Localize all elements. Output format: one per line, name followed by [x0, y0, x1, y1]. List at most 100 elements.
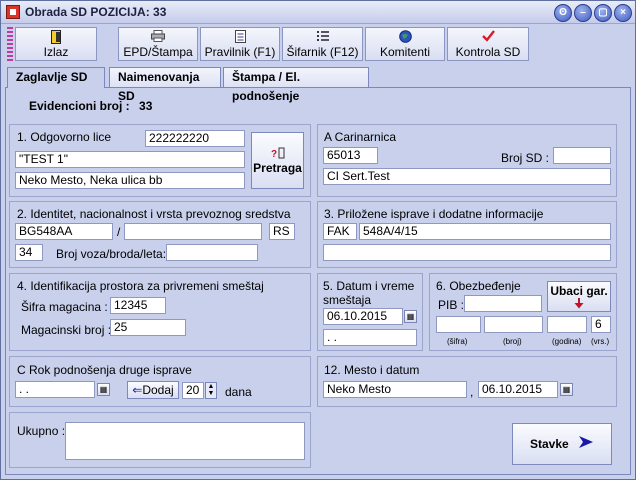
tab-items[interactable]: Naimenovanja SD [109, 67, 221, 103]
place-date-comma: , [470, 385, 474, 399]
minimize-icon[interactable]: – [574, 4, 592, 22]
vehicle-plate-2[interactable] [124, 223, 262, 240]
tab-header[interactable]: Zaglavlje SD [7, 67, 105, 88]
codebook-button[interactable]: Šifarnik (F12) [282, 27, 363, 61]
guarantee-year-caption: (godina) [552, 337, 582, 346]
deadline-calendar-icon[interactable]: ▦ [97, 383, 110, 396]
vehicle-country[interactable]: RS [269, 223, 295, 240]
guarantee-title: 6. Obezbeđenje [436, 279, 521, 293]
guarantee-type-input[interactable]: 6 [591, 316, 611, 333]
documents-title: 3. Priložene isprave i dodatne informaci… [324, 207, 544, 221]
exit-icon [16, 30, 96, 45]
insert-guarantee-button[interactable]: Ubaci gar. [547, 281, 611, 312]
maximize-icon[interactable]: ▢ [594, 4, 612, 22]
globe-icon [366, 30, 444, 45]
storage-date-input[interactable]: 06.10.2015 [323, 308, 403, 325]
storage-time-input[interactable]: . . [323, 329, 417, 346]
voyage-input[interactable] [166, 244, 258, 261]
exit-button[interactable]: Izlaz [15, 27, 97, 61]
app-icon [6, 5, 20, 19]
document-number[interactable]: 548A/4/15 [359, 223, 611, 240]
title-bar: Obrada SD POZICIJA: 33 ʘ – ▢ × [1, 1, 635, 24]
place-date-input[interactable]: 06.10.2015 [478, 381, 558, 398]
total-textarea[interactable] [65, 422, 305, 460]
warehouse-code-label: Šifra magacina : [21, 300, 108, 314]
vehicle-plate[interactable]: BG548AA [15, 223, 113, 240]
left-arrow-icon: ⇐ [132, 383, 143, 397]
check-sd-label: Kontrola SD [455, 45, 521, 59]
vehicle-separator: / [117, 225, 121, 239]
search-label: Pretraga [253, 161, 302, 175]
document-code[interactable]: FAK [323, 223, 357, 240]
storage-title: 4. Identifikacija prostora za privremeni… [17, 279, 264, 293]
record-number-value: 33 [139, 99, 153, 113]
place-input[interactable]: Neko Mesto [323, 381, 467, 398]
guarantee-year-input[interactable] [547, 316, 587, 333]
search-button[interactable]: ? Pretraga [251, 132, 304, 189]
document-info[interactable] [323, 244, 611, 261]
total-label: Ukupno : [17, 424, 66, 438]
list-icon [283, 30, 362, 45]
customs-office-title: A Carinarnica [324, 130, 397, 144]
voyage-label: Broj voza/broda/leta: [56, 247, 167, 261]
main-window: Obrada SD POZICIJA: 33 ʘ – ▢ × Izlaz EPD… [0, 0, 636, 480]
window-title: Obrada SD POZICIJA: 33 [25, 5, 167, 19]
days-spinner[interactable]: ▲ ▼ [205, 382, 217, 399]
toolbar-grip [7, 27, 13, 61]
customs-office-name[interactable]: CI Sert.Test [323, 168, 611, 185]
place-date-title: 12. Mesto i datum [324, 363, 420, 377]
rulebook-button[interactable]: Pravilnik (F1) [200, 27, 280, 61]
vehicle-type[interactable]: 34 [15, 244, 43, 261]
document-icon [201, 30, 279, 45]
guarantee-number-caption: (broj) [503, 337, 522, 346]
add-days-button[interactable]: ⇐Dodaj [127, 381, 179, 399]
search-icon: ? [252, 147, 303, 161]
warehouse-number-input[interactable]: 25 [110, 319, 186, 336]
responsible-person-name[interactable]: "TEST 1" [15, 151, 245, 168]
checkmark-icon [448, 30, 528, 45]
customs-office-code[interactable]: 65013 [323, 147, 378, 164]
printer-icon [119, 30, 197, 45]
guarantee-code-input[interactable] [436, 316, 481, 333]
vehicle-title: 2. Identitet, nacionalnost i vrsta prevo… [17, 207, 291, 221]
forward-arrow-icon [578, 425, 594, 465]
clients-button[interactable]: Komitenti [365, 27, 445, 61]
toolbar: Izlaz EPD/Štampa Pravilnik (F1) Šifarnik… [1, 24, 635, 64]
days-input[interactable]: 20 [182, 382, 204, 399]
items-label: Stavke [529, 437, 569, 451]
warehouse-code-input[interactable]: 12345 [110, 297, 166, 314]
pib-input[interactable] [464, 295, 542, 312]
place-date-calendar-icon[interactable]: ▦ [560, 383, 573, 396]
guarantee-code-caption: (šifra) [447, 337, 468, 346]
responsible-person-address[interactable]: Neko Mesto, Neka ulica bb [15, 172, 245, 189]
days-label: dana [225, 385, 252, 399]
record-number: Evidencioni broj : 33 [29, 99, 152, 113]
deadline-date-input[interactable]: . . [15, 381, 95, 398]
window-help-icon[interactable]: ʘ [554, 4, 572, 22]
close-icon[interactable]: × [614, 4, 632, 22]
clients-label: Komitenti [379, 45, 431, 59]
epd-print-button[interactable]: EPD/Štampa [118, 27, 198, 61]
sd-number-input[interactable] [553, 147, 611, 164]
tab-print-submit[interactable]: Štampa / El. podnošenje [223, 67, 369, 103]
exit-label: Izlaz [43, 45, 69, 59]
deadline-title: C Rok podnošenja druge isprave [17, 363, 192, 377]
record-number-label: Evidencioni broj : [29, 99, 130, 113]
svg-text:?: ? [271, 149, 277, 159]
add-days-label: Dodaj [142, 383, 174, 397]
responsible-person-id[interactable]: 222222220 [145, 130, 245, 147]
insert-guarantee-label: Ubaci gar. [550, 284, 608, 298]
arrow-down-icon [548, 298, 610, 310]
guarantee-type-caption: (vrs.) [591, 337, 610, 346]
epd-print-label: EPD/Štampa [123, 45, 193, 59]
pib-label: PIB : [438, 298, 465, 312]
guarantee-number-input[interactable] [484, 316, 543, 333]
window-controls: ʘ – ▢ × [554, 4, 632, 22]
calendar-icon[interactable]: ▦ [404, 310, 417, 323]
sd-number-label: Broj SD : [501, 151, 550, 165]
storage-date-title: 5. Datum i vreme smeštaja [323, 279, 415, 307]
codebook-label: Šifarnik (F12) [286, 45, 359, 59]
items-button[interactable]: Stavke [512, 423, 612, 465]
rulebook-label: Pravilnik (F1) [204, 45, 276, 59]
check-sd-button[interactable]: Kontrola SD [447, 27, 529, 61]
